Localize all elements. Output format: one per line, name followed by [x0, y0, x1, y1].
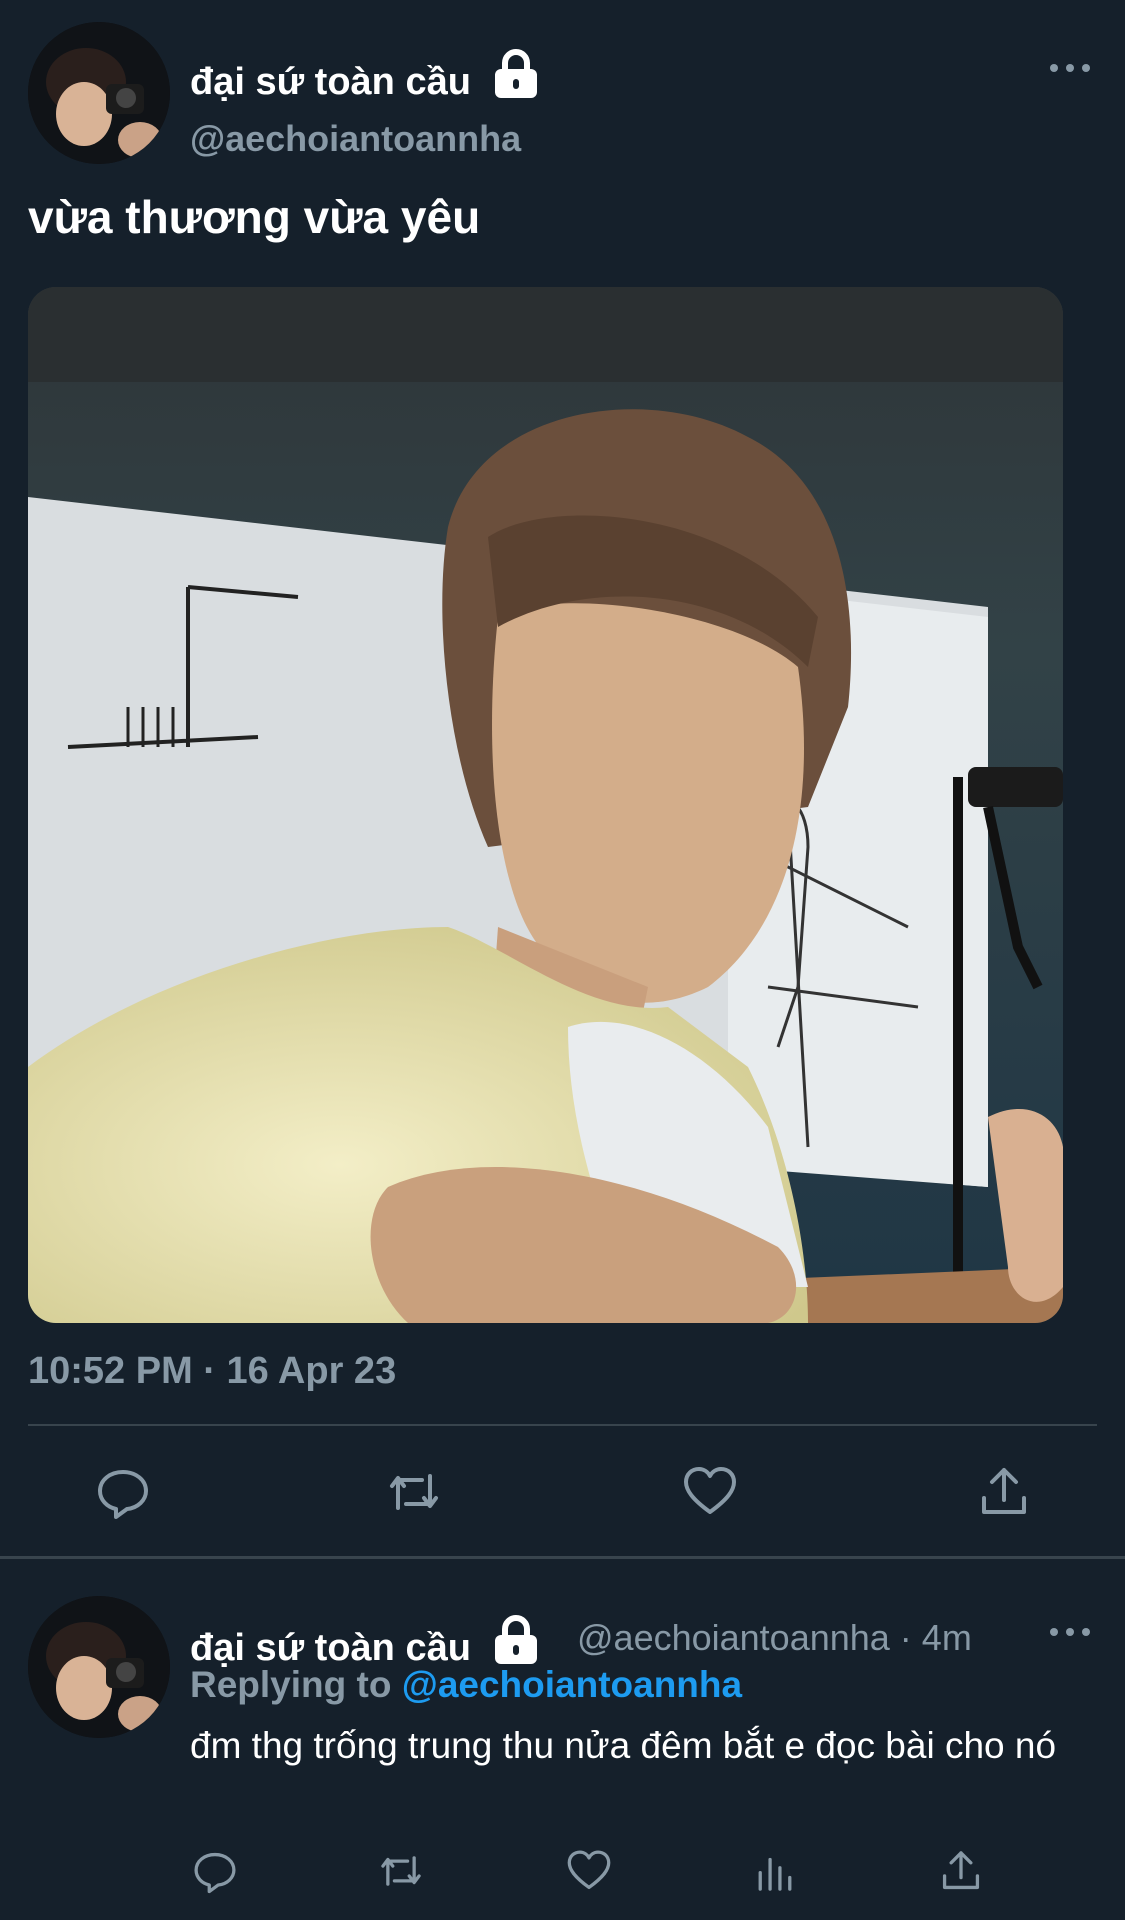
more-options-icon[interactable]	[1050, 58, 1090, 78]
handle[interactable]: @aechoiantoannha	[190, 118, 521, 160]
avatar[interactable]	[28, 22, 170, 164]
thread-divider	[0, 1556, 1125, 1559]
display-name-text[interactable]: đại sứ toàn cầu	[190, 61, 471, 103]
tweet-media-image[interactable]	[28, 287, 1063, 1323]
display-name[interactable]: đại sứ toàn cầu	[190, 48, 541, 104]
reply-share-icon[interactable]	[938, 1848, 984, 1894]
reply-retweet-icon[interactable]	[378, 1848, 424, 1894]
tweet-text: vừa thương vừa yêu	[28, 191, 481, 243]
replying-to-label: Replying to	[190, 1664, 392, 1705]
reply-text: đm thg trống trung thu nửa đêm bắt e đọc…	[190, 1725, 1057, 1766]
reply-like-icon[interactable]	[566, 1848, 612, 1894]
retweet-icon[interactable]	[386, 1464, 442, 1520]
reply-more-options-icon[interactable]	[1050, 1622, 1090, 1642]
lock-icon	[495, 1615, 538, 1664]
analytics-icon[interactable]	[752, 1848, 798, 1894]
reply-display-name-text[interactable]: đại sứ toàn cầu	[190, 1627, 471, 1669]
share-icon[interactable]	[976, 1464, 1032, 1520]
reply-handle-time[interactable]: @aechoiantoannha · 4m	[577, 1617, 972, 1659]
reply-reply-icon[interactable]	[192, 1848, 238, 1894]
reply-icon[interactable]	[95, 1464, 151, 1520]
replying-to: Replying to @aechoiantoannha	[190, 1664, 742, 1706]
like-icon[interactable]	[682, 1464, 738, 1520]
tweet-timestamp[interactable]: 10:52 PM · 16 Apr 23	[28, 1350, 396, 1393]
divider	[28, 1424, 1097, 1426]
replying-to-mention[interactable]: @aechoiantoannha	[402, 1664, 742, 1705]
reply-avatar[interactable]	[28, 1596, 170, 1738]
lock-icon	[495, 49, 538, 98]
reply-display-name[interactable]: đại sứ toàn cầu	[190, 1614, 541, 1670]
